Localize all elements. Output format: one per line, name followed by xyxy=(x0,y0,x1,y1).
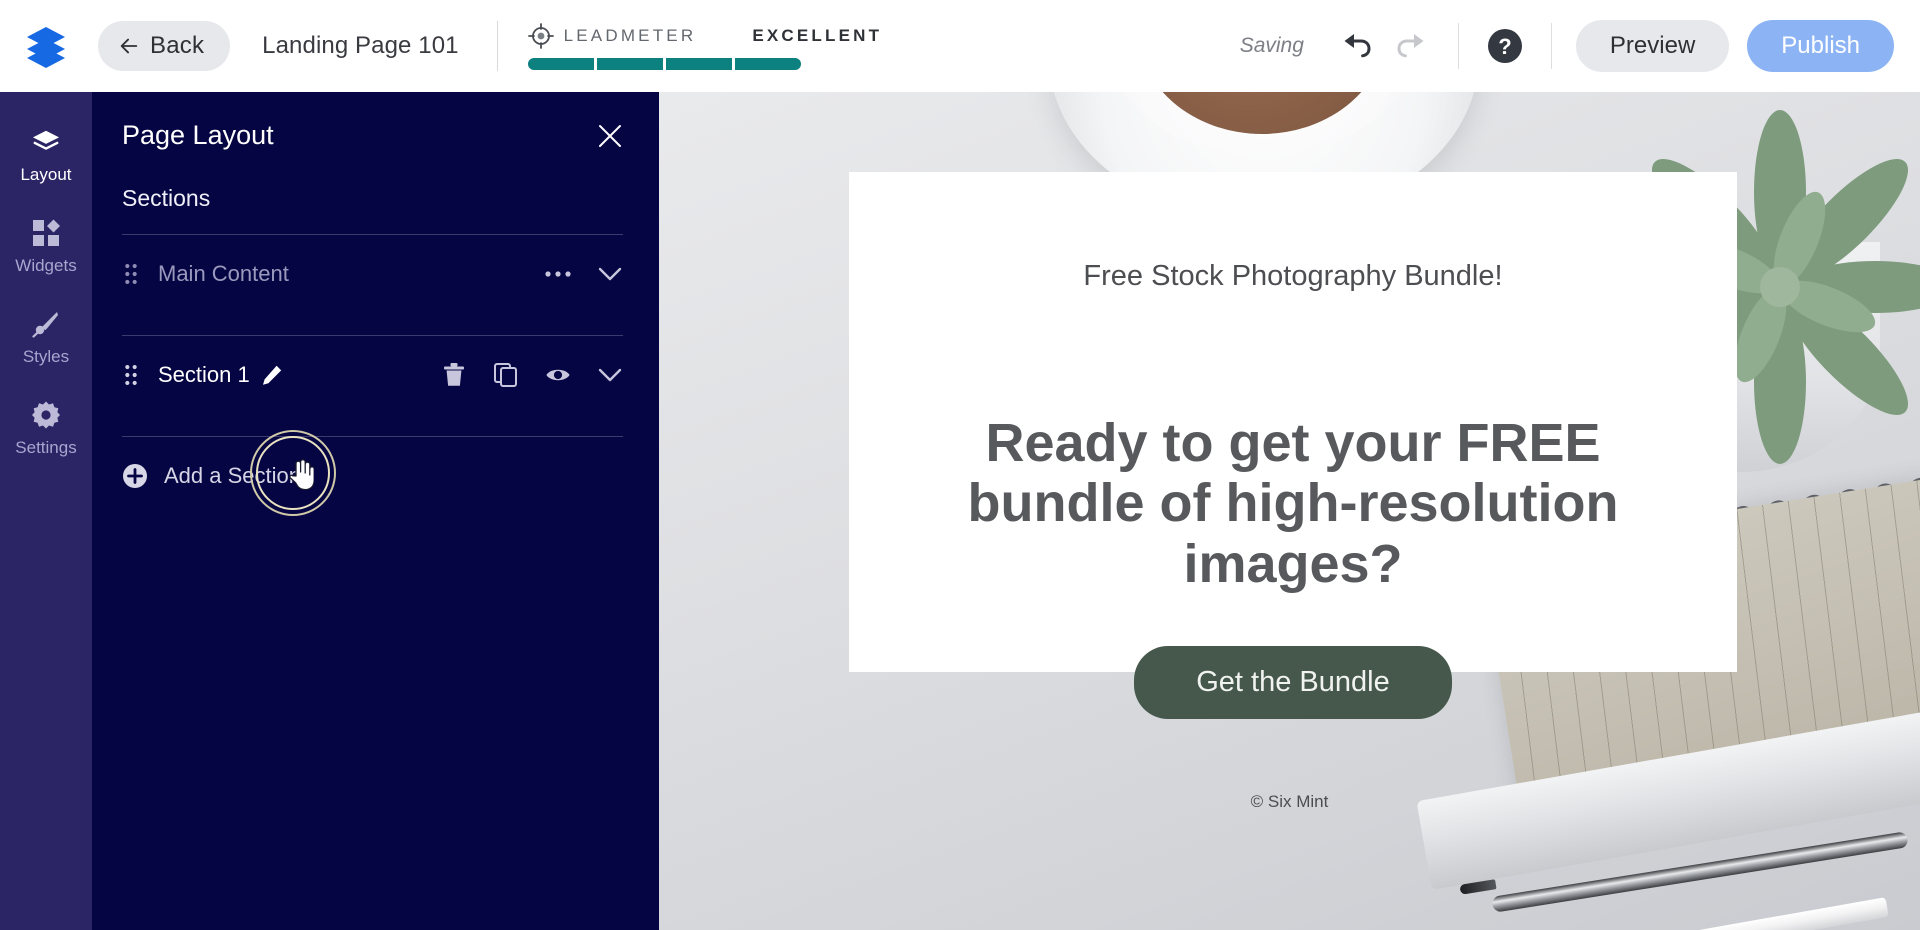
sidebar-item-settings[interactable]: Settings xyxy=(0,387,92,478)
preview-button[interactable]: Preview xyxy=(1575,20,1730,72)
close-panel-button[interactable] xyxy=(597,123,623,149)
leadmeter-status: EXCELLENT xyxy=(752,25,883,45)
sections-list: Main Content Section 1 xyxy=(92,234,659,437)
eye-icon xyxy=(546,369,570,381)
more-options-button[interactable] xyxy=(545,261,571,287)
sidebar-item-widgets[interactable]: Widgets xyxy=(0,205,92,296)
leadmeter-header: LEADMETER EXCELLENT xyxy=(527,22,883,49)
sidebar-item-label: Settings xyxy=(15,438,77,457)
sidebar-item-label: Styles xyxy=(22,347,70,366)
arrow-left-icon xyxy=(120,38,138,54)
back-button[interactable]: Back xyxy=(98,21,231,71)
redo-icon xyxy=(1397,34,1424,58)
page-layout-panel: Page Layout Sections Main Content Sectio… xyxy=(92,92,659,930)
drag-grip-icon[interactable] xyxy=(122,364,140,386)
left-nav-rail: Layout Widgets Styles Settings xyxy=(0,92,92,930)
svg-text:?: ? xyxy=(1498,34,1511,59)
help-circle-icon: ? xyxy=(1487,29,1522,63)
leadmeter-segment xyxy=(596,57,663,70)
layers-logo-icon xyxy=(27,27,65,68)
target-icon xyxy=(527,22,554,49)
undo-button[interactable] xyxy=(1334,21,1384,71)
panel-title: Page Layout xyxy=(122,120,274,150)
layers-icon xyxy=(32,128,60,156)
publish-button[interactable]: Publish xyxy=(1747,20,1894,72)
sidebar-item-layout[interactable]: Layout xyxy=(0,114,92,205)
delete-section-button[interactable] xyxy=(441,362,467,388)
pencil-icon[interactable] xyxy=(262,365,282,385)
expand-section-button[interactable] xyxy=(597,261,623,287)
leadmeter-segment xyxy=(665,57,732,70)
section-row-actions xyxy=(545,261,623,287)
page-footer: © Six Mint xyxy=(1250,792,1329,811)
save-status: Saving xyxy=(1239,34,1304,57)
page-title: Landing Page 101 xyxy=(262,32,459,59)
sections-heading: Sections xyxy=(122,185,211,211)
sidebar-item-label: Layout xyxy=(20,165,72,184)
redo-button[interactable] xyxy=(1384,21,1434,71)
expand-section-button[interactable] xyxy=(597,362,623,388)
back-button-label: Back xyxy=(150,32,205,59)
duplicate-icon xyxy=(494,363,517,387)
plus-circle-icon xyxy=(123,464,147,488)
add-section-button[interactable]: Add a Section xyxy=(92,437,659,489)
ellipsis-icon xyxy=(545,271,571,277)
sidebar-item-label: Widgets xyxy=(15,256,77,275)
app-logo[interactable] xyxy=(0,0,92,92)
undo-icon xyxy=(1344,34,1371,58)
section-row-label: Section 1 xyxy=(158,362,250,387)
sidebar-item-styles[interactable]: Styles xyxy=(0,296,92,387)
add-section-label: Add a Section xyxy=(164,463,301,488)
widgets-icon xyxy=(32,219,60,247)
toolbar-actions: Saving ? Preview Publish xyxy=(1240,20,1920,72)
section-row-section-1[interactable]: Section 1 xyxy=(122,336,623,414)
leadmeter-bars xyxy=(527,57,883,70)
leadmeter: LEADMETER EXCELLENT xyxy=(527,22,883,70)
section-row-actions xyxy=(441,362,623,388)
card-eyebrow: Free Stock Photography Bundle! xyxy=(1083,260,1503,292)
chevron-down-icon xyxy=(598,267,622,281)
section-row-main-content[interactable]: Main Content xyxy=(122,235,623,313)
help-button[interactable]: ? xyxy=(1483,24,1527,68)
drag-grip-icon[interactable] xyxy=(122,263,140,285)
section-row-label: Main Content xyxy=(158,261,289,286)
landing-page-card[interactable]: Free Stock Photography Bundle! Ready to … xyxy=(849,172,1737,720)
toolbar-divider xyxy=(1457,23,1459,69)
toolbar-divider xyxy=(1550,23,1552,69)
leadmeter-segment xyxy=(527,57,594,70)
close-icon xyxy=(599,124,621,147)
get-the-bundle-button[interactable]: Get the Bundle xyxy=(1134,646,1452,720)
toolbar-divider xyxy=(496,21,498,71)
panel-header: Page Layout xyxy=(92,92,659,151)
gear-icon xyxy=(32,401,60,429)
duplicate-section-button[interactable] xyxy=(493,362,519,388)
chevron-down-icon xyxy=(598,368,622,382)
card-headline: Ready to get your FREE bundle of high-re… xyxy=(967,413,1619,594)
toggle-visibility-button[interactable] xyxy=(545,362,571,388)
page-preview-canvas[interactable]: Free Stock Photography Bundle! Ready to … xyxy=(659,92,1920,930)
trash-icon xyxy=(444,363,464,386)
brush-icon xyxy=(32,310,60,338)
leadmeter-segment xyxy=(734,57,801,70)
top-toolbar: Back Landing Page 101 LEADMETER EXCELLEN… xyxy=(0,0,1920,92)
leadmeter-title: LEADMETER xyxy=(563,25,697,45)
